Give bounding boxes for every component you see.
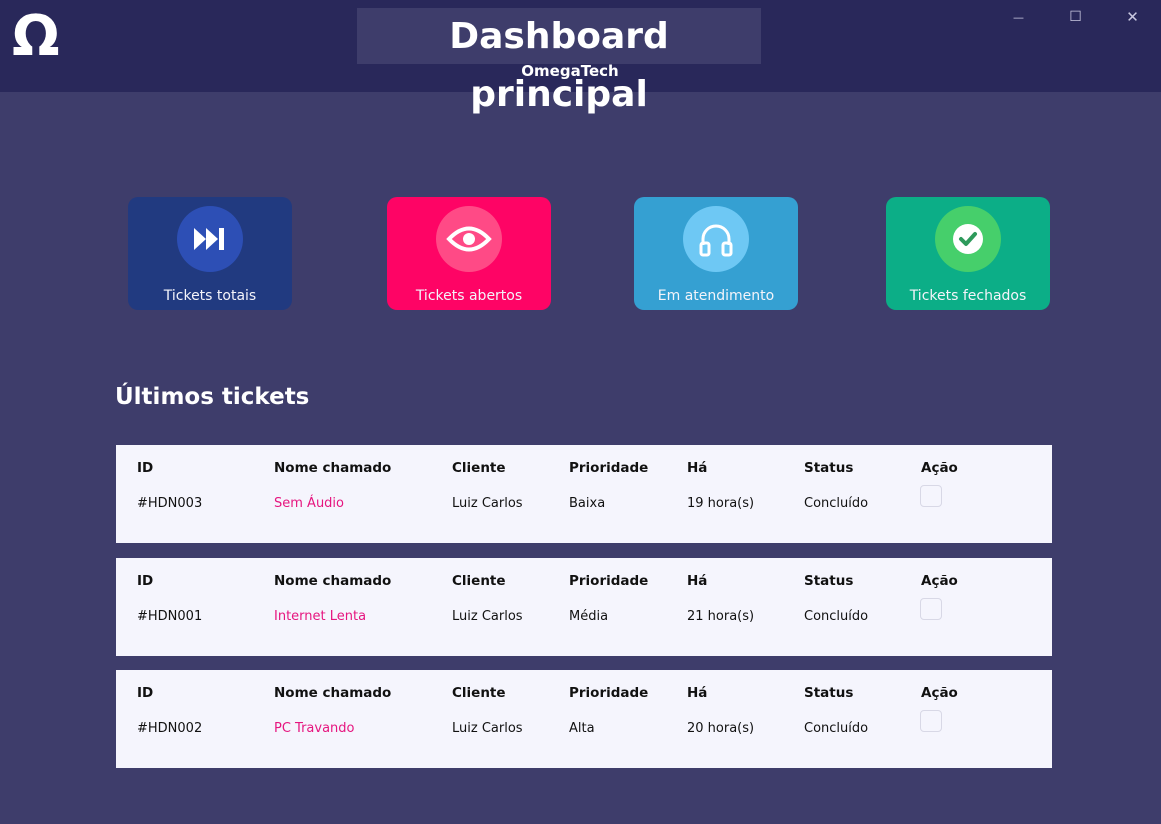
header-action: Ação [921, 460, 958, 476]
ticket-name-link[interactable]: Sem Áudio [274, 496, 344, 511]
card-label: Tickets totais [163, 288, 257, 304]
card-em-atendimento[interactable]: Em atendimento [634, 197, 798, 310]
header-id: ID [137, 685, 154, 701]
header-name: Nome chamado [274, 573, 392, 589]
ticket-ago: 20 hora(s) [687, 721, 755, 736]
window-controls: — ☐ ✕ [990, 0, 1161, 34]
header-priority: Prioridade [569, 460, 649, 476]
header-ago: Há [687, 573, 708, 589]
header-id: ID [137, 573, 154, 589]
ticket-id: #HDN003 [137, 496, 203, 511]
ticket-priority: Média [569, 609, 609, 624]
minimize-button[interactable]: — [990, 0, 1047, 34]
fast-forward-icon [194, 228, 224, 250]
ticket-status: Concluído [804, 721, 869, 736]
minimize-icon: — [1013, 10, 1024, 24]
card-icon-circle [935, 206, 1001, 272]
ticket-name-link[interactable]: PC Travando [274, 721, 355, 736]
header-status: Status [804, 685, 854, 701]
header-client: Cliente [452, 685, 506, 701]
ticket-priority: Alta [569, 721, 595, 736]
check-circle-icon [953, 224, 983, 254]
action-checkbox[interactable] [920, 485, 942, 507]
title-bar: Ω Dashboard principal OmegaTech — ☐ ✕ [0, 0, 1161, 115]
header-status: Status [804, 573, 854, 589]
card-tickets-fechados[interactable]: Tickets fechados [886, 197, 1050, 310]
card-icon-circle [436, 206, 502, 272]
header-ago: Há [687, 460, 708, 476]
header-id: ID [137, 460, 154, 476]
headphones-icon [699, 224, 733, 257]
card-label: Em atendimento [657, 288, 775, 304]
header-action: Ação [921, 685, 958, 701]
action-checkbox[interactable] [920, 710, 942, 732]
header-client: Cliente [452, 460, 506, 476]
ticket-client: Luiz Carlos [452, 496, 523, 511]
maximize-button[interactable]: ☐ [1047, 0, 1104, 34]
ticket-status: Concluído [804, 609, 869, 624]
card-icon-circle [683, 206, 749, 272]
header-name: Nome chamado [274, 460, 392, 476]
card-tickets-abertos[interactable]: Tickets abertos [387, 197, 551, 310]
ticket-id: #HDN001 [137, 609, 203, 624]
close-icon: ✕ [1126, 8, 1139, 26]
ticket-client: Luiz Carlos [452, 609, 523, 624]
header-name: Nome chamado [274, 685, 392, 701]
header-action: Ação [921, 573, 958, 589]
ticket-name-link[interactable]: Internet Lenta [274, 609, 366, 624]
ticket-ago: 19 hora(s) [687, 496, 755, 511]
title-box: Dashboard principal [357, 8, 761, 115]
card-tickets-totais[interactable]: Tickets totais [128, 197, 292, 310]
ticket-card: ID Nome chamado Cliente Prioridade Há St… [116, 670, 1052, 768]
card-icon-circle [177, 206, 243, 272]
ticket-card: ID Nome chamado Cliente Prioridade Há St… [116, 558, 1052, 656]
header-priority: Prioridade [569, 685, 649, 701]
ticket-client: Luiz Carlos [452, 721, 523, 736]
header-ago: Há [687, 685, 708, 701]
maximize-icon: ☐ [1069, 9, 1082, 25]
eye-icon [446, 226, 492, 252]
ticket-status: Concluído [804, 496, 869, 511]
card-label: Tickets abertos [415, 288, 523, 304]
header-client: Cliente [452, 573, 506, 589]
section-title: Últimos tickets [115, 384, 310, 410]
ticket-priority: Baixa [569, 496, 606, 511]
close-button[interactable]: ✕ [1104, 0, 1161, 34]
header-status: Status [804, 460, 854, 476]
header-priority: Prioridade [569, 573, 649, 589]
ticket-ago: 21 hora(s) [687, 609, 755, 624]
action-checkbox[interactable] [920, 598, 942, 620]
ticket-id: #HDN002 [137, 721, 203, 736]
omega-logo-icon: Ω [12, 4, 60, 69]
card-label: Tickets fechados [909, 288, 1027, 304]
company-name: OmegaTech [521, 62, 619, 80]
ticket-card: ID Nome chamado Cliente Prioridade Há St… [116, 445, 1052, 543]
